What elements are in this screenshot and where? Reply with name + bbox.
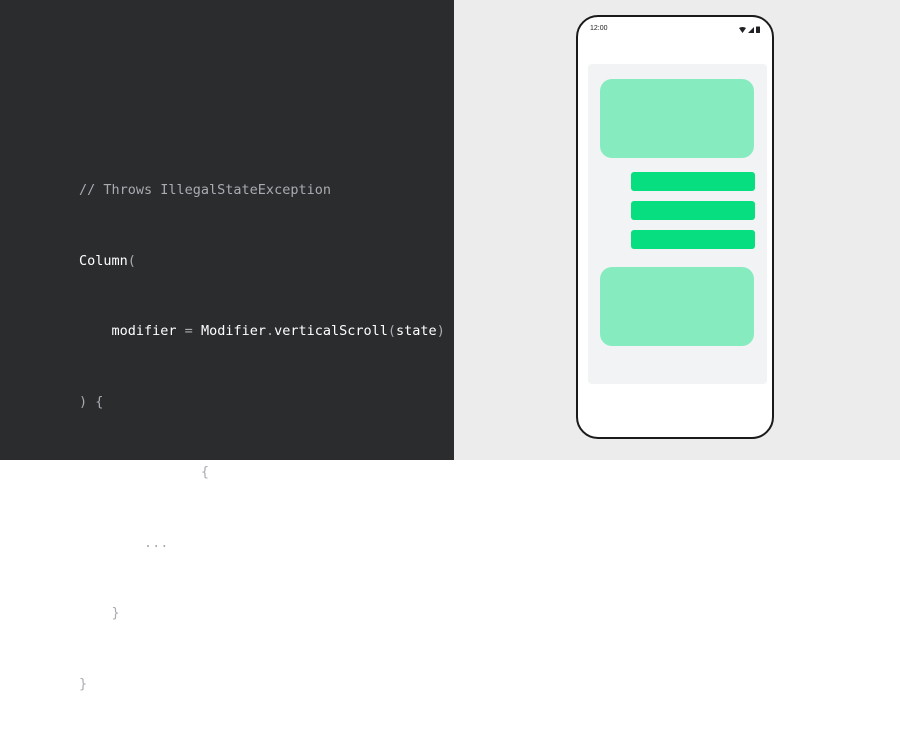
modifier-param: modifier — [111, 323, 177, 339]
equals-sign: = — [176, 323, 201, 339]
state-close-paren: ) — [436, 323, 445, 339]
comment-text: // Throws IllegalStateException — [79, 182, 331, 198]
list-item — [631, 172, 755, 191]
modifier-object: Modifier — [200, 323, 266, 339]
code-line-column: Column( — [79, 250, 445, 274]
vertical-scroll-call: verticalScroll — [274, 323, 388, 339]
code-line-ellipsis: ... — [79, 532, 445, 556]
wifi-icon — [739, 26, 746, 33]
code-line-inner-close: } — [79, 602, 445, 626]
content-card-top — [600, 79, 754, 158]
code-line-lazycolumn: LazyColumn { — [79, 461, 445, 485]
status-time: 12:00 — [590, 25, 608, 32]
code-line-comment: // Throws IllegalStateException — [79, 179, 445, 203]
battery-icon — [756, 26, 760, 33]
code-panel: // Throws IllegalStateException Column( … — [0, 0, 454, 692]
outer-close-brace: } — [79, 675, 88, 692]
status-icons — [739, 26, 760, 33]
inner-close-brace: } — [79, 605, 120, 621]
signal-icon — [748, 26, 754, 33]
list-item — [631, 230, 755, 249]
code-line-modifier: modifier = Modifier.verticalScroll(state… — [79, 320, 445, 344]
lazycolumn-open-brace: { — [192, 464, 210, 480]
content-card-bottom — [600, 267, 754, 346]
code-line-close-paren: ) { — [79, 391, 445, 415]
open-paren: ( — [127, 252, 136, 269]
code-line-outer-close: } — [79, 673, 445, 697]
lazycolumn-keyword: LazyColumn — [111, 464, 193, 480]
phone-screen — [588, 64, 767, 384]
phone-mockup: 12:00 — [576, 15, 774, 439]
ellipsis: ... — [79, 534, 169, 551]
list-item — [631, 201, 755, 220]
column-keyword: Column — [79, 252, 128, 269]
state-open-paren: ( — [387, 323, 397, 339]
state-arg: state — [396, 323, 437, 339]
close-paren-brace: ) { — [79, 393, 104, 410]
code-block: // Throws IllegalStateException Column( … — [79, 132, 445, 743]
dot: . — [265, 323, 275, 339]
